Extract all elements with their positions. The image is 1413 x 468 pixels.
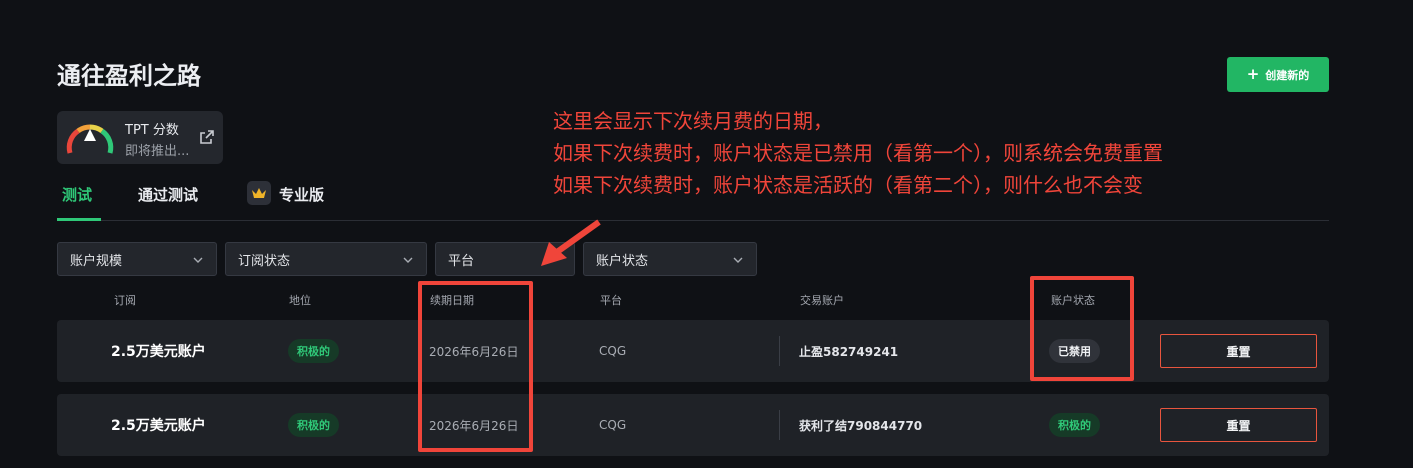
column-header-subscription[interactable]: 订阅 xyxy=(114,292,136,308)
column-header-trading-account[interactable]: 交易账户 xyxy=(800,292,844,308)
chevron-down-icon xyxy=(193,257,203,263)
column-header-status[interactable]: 地位 xyxy=(289,292,311,308)
column-divider xyxy=(779,410,780,440)
trading-account-id: 止盈582749241 xyxy=(799,344,899,359)
tpt-title: TPT 分数 xyxy=(125,123,179,138)
annotation-box-renewal xyxy=(418,281,533,452)
column-header-platform[interactable]: 平台 xyxy=(600,292,622,308)
platform-name: CQG xyxy=(599,418,627,432)
column-divider xyxy=(779,336,780,366)
annotation-text: 这里会显示下次续月费的日期， 如果下次续费时，账户状态是已禁用（看第一个），则系… xyxy=(553,105,1163,201)
status-badge: 积极的 xyxy=(288,413,339,437)
filter-account-size[interactable]: 账户规模 xyxy=(57,242,217,276)
filter-label: 平台 xyxy=(448,253,475,269)
tab-test[interactable]: 测试 xyxy=(62,184,92,205)
filter-account-status[interactable]: 账户状态 xyxy=(583,242,757,276)
status-badge: 积极的 xyxy=(288,339,339,363)
tpt-subtitle: 即将推出... xyxy=(125,144,190,159)
account-status-badge: 积极的 xyxy=(1049,413,1100,437)
annotation-line: 如果下次续费时，账户状态是已禁用（看第一个），则系统会免费重置 xyxy=(553,141,1163,165)
annotation-arrow-icon xyxy=(541,219,601,266)
create-new-button[interactable]: + 创建新的 xyxy=(1227,57,1329,92)
annotation-line: 这里会显示下次续月费的日期， xyxy=(553,109,833,133)
active-tab-indicator xyxy=(57,218,101,221)
table-row: 2.5万美元账户 积极的 2026年6月26日 CQG 止盈582749241 … xyxy=(57,320,1329,382)
tab-passed-test[interactable]: 通过测试 xyxy=(138,184,198,205)
subscription-name: 2.5万美元账户 xyxy=(111,418,206,434)
plus-icon: + xyxy=(1246,65,1260,83)
table-row: 2.5万美元账户 积极的 2026年6月26日 CQG 获利了结79084477… xyxy=(57,394,1329,456)
create-new-label: 创建新的 xyxy=(1265,68,1310,82)
annotation-line: 如果下次续费时，账户状态是活跃的（看第二个），则什么也不会变 xyxy=(553,173,1143,197)
crown-icon xyxy=(247,181,271,205)
reset-button[interactable]: 重置 xyxy=(1160,408,1317,442)
subscription-name: 2.5万美元账户 xyxy=(111,344,206,360)
tab-pro[interactable]: 专业版 xyxy=(279,184,324,205)
filter-label: 账户规模 xyxy=(70,253,123,269)
page-title: 通往盈利之路 xyxy=(57,62,201,90)
trading-account-id: 获利了结790844770 xyxy=(799,418,923,433)
platform-name: CQG xyxy=(599,344,627,358)
filter-subscription-status[interactable]: 订阅状态 xyxy=(225,242,427,276)
filter-label: 订阅状态 xyxy=(238,253,291,269)
chevron-down-icon xyxy=(733,257,743,263)
annotation-box-account-status xyxy=(1030,276,1134,381)
gauge-icon xyxy=(66,124,114,154)
tpt-score-card[interactable]: TPT 分数 即将推出... xyxy=(57,111,223,164)
reset-button[interactable]: 重置 xyxy=(1160,334,1317,368)
external-link-icon[interactable] xyxy=(199,129,215,145)
chevron-down-icon xyxy=(403,257,413,263)
